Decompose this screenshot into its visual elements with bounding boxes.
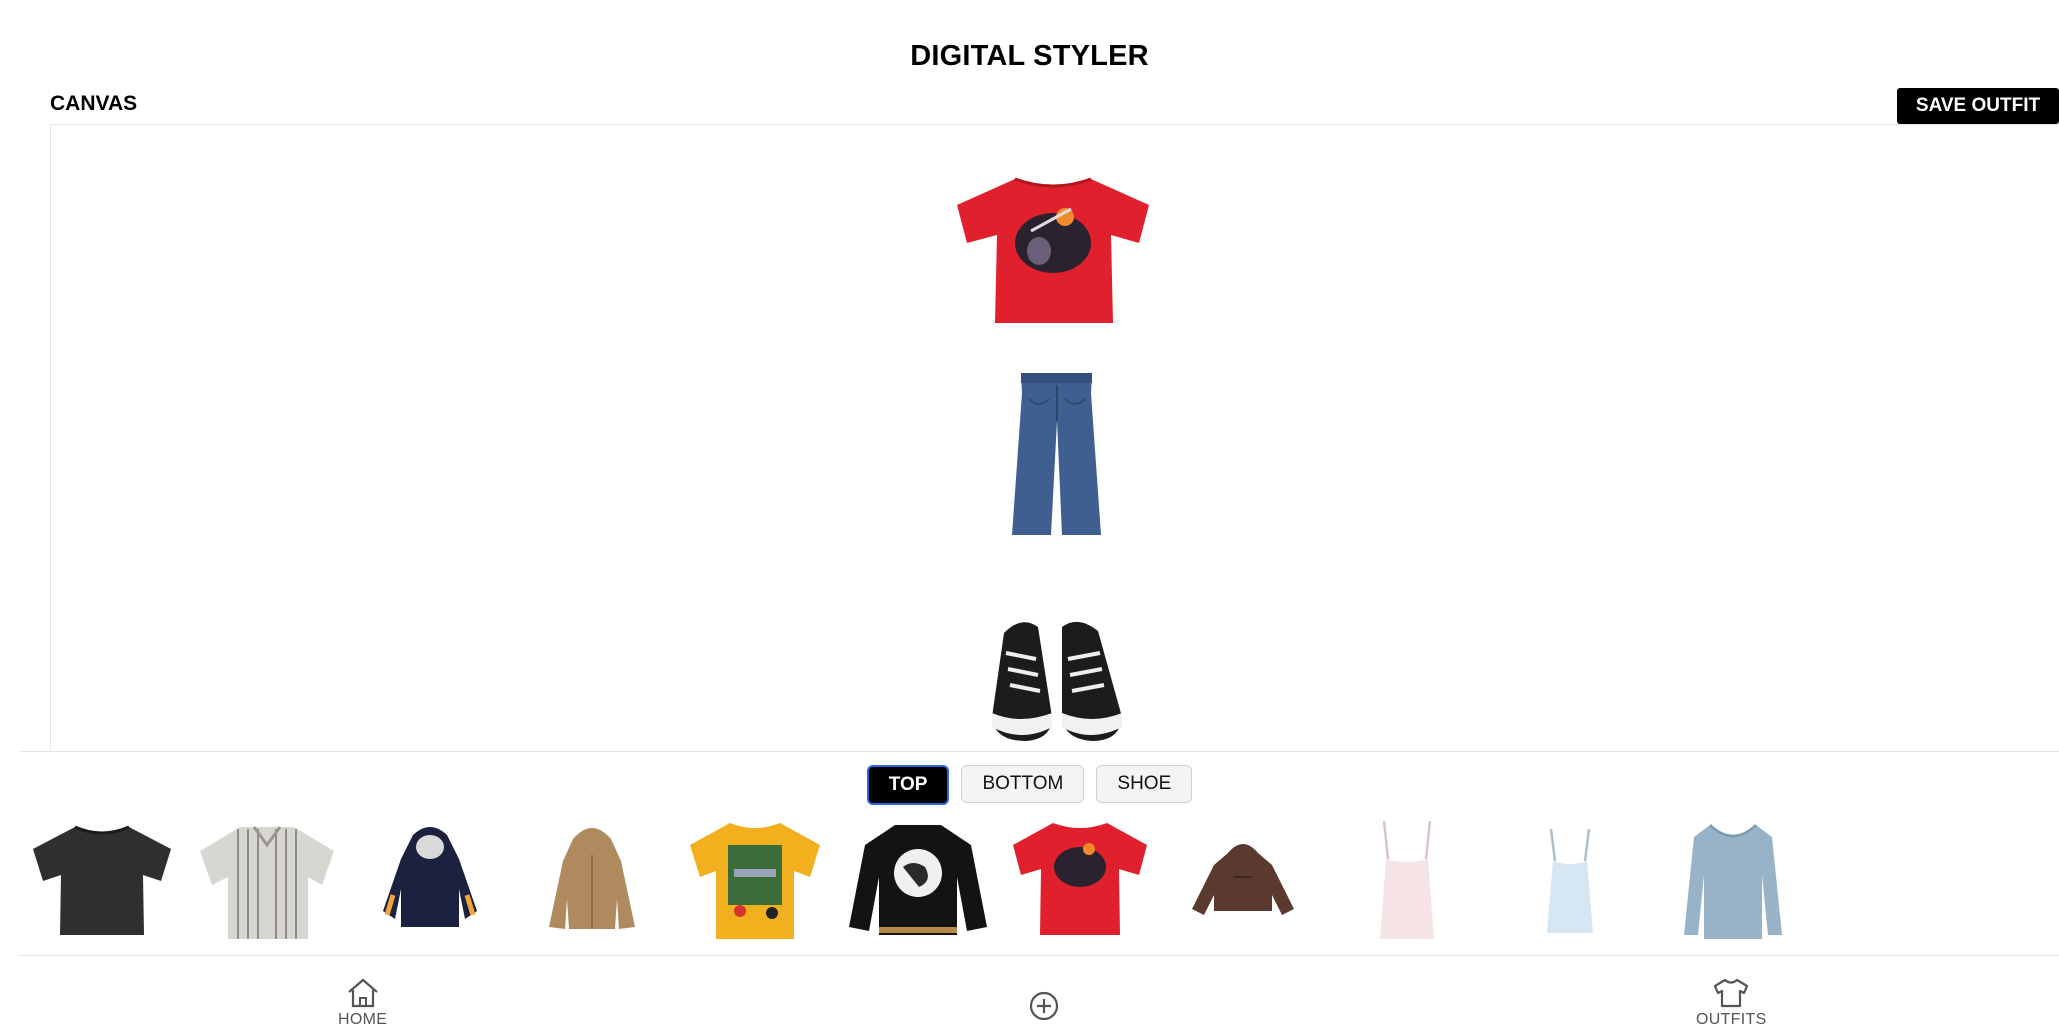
page-title: DIGITAL STYLER bbox=[910, 40, 1149, 72]
closet-item-navy-hoodie[interactable] bbox=[355, 815, 505, 950]
closet-item-tan-hoodie[interactable] bbox=[517, 815, 667, 950]
canvas-divider bbox=[20, 751, 2059, 752]
canvas-item-top[interactable] bbox=[953, 171, 1153, 329]
add-circle-icon bbox=[1029, 991, 1059, 1021]
closet-item-light-blue-cami[interactable] bbox=[1495, 815, 1645, 950]
canvas-item-bottom[interactable] bbox=[1009, 369, 1104, 537]
nav-add[interactable] bbox=[1028, 990, 1060, 1022]
tab-bottom[interactable]: BOTTOM bbox=[961, 765, 1085, 803]
closet-item-striped-shirt[interactable] bbox=[192, 815, 342, 950]
closet-divider bbox=[20, 955, 2059, 956]
tab-shoe[interactable]: SHOE bbox=[1096, 765, 1193, 803]
tab-top[interactable]: TOP bbox=[866, 765, 950, 805]
outfit-canvas[interactable] bbox=[50, 124, 2059, 750]
category-tabs: TOP BOTTOM SHOE bbox=[0, 765, 2059, 805]
closet-item-black-tee[interactable] bbox=[27, 815, 177, 950]
nav-outfits-label: OUTFITS bbox=[1696, 1011, 1767, 1028]
nav-home-label: HOME bbox=[338, 1011, 388, 1028]
closet-item-blue-long-sleeve[interactable] bbox=[1658, 815, 1808, 950]
closet-item-varsity-jacket[interactable] bbox=[843, 815, 993, 950]
closet-item-brown-hoodie[interactable] bbox=[1168, 815, 1318, 950]
closet-item-yellow-graphic-tee[interactable] bbox=[680, 815, 830, 950]
nav-home[interactable]: HOME bbox=[338, 977, 387, 1029]
canvas-item-shoe[interactable] bbox=[986, 613, 1128, 747]
home-icon bbox=[347, 978, 378, 1008]
canvas-label: CANVAS bbox=[50, 92, 138, 115]
nav-outfits[interactable]: OUTFITS bbox=[1696, 977, 1767, 1029]
save-outfit-button[interactable]: SAVE OUTFIT bbox=[1897, 88, 2059, 124]
closet-item-red-graphic-tee[interactable] bbox=[1005, 815, 1155, 950]
closet-item-pink-cami[interactable] bbox=[1332, 815, 1482, 950]
shirt-icon bbox=[1714, 978, 1749, 1008]
